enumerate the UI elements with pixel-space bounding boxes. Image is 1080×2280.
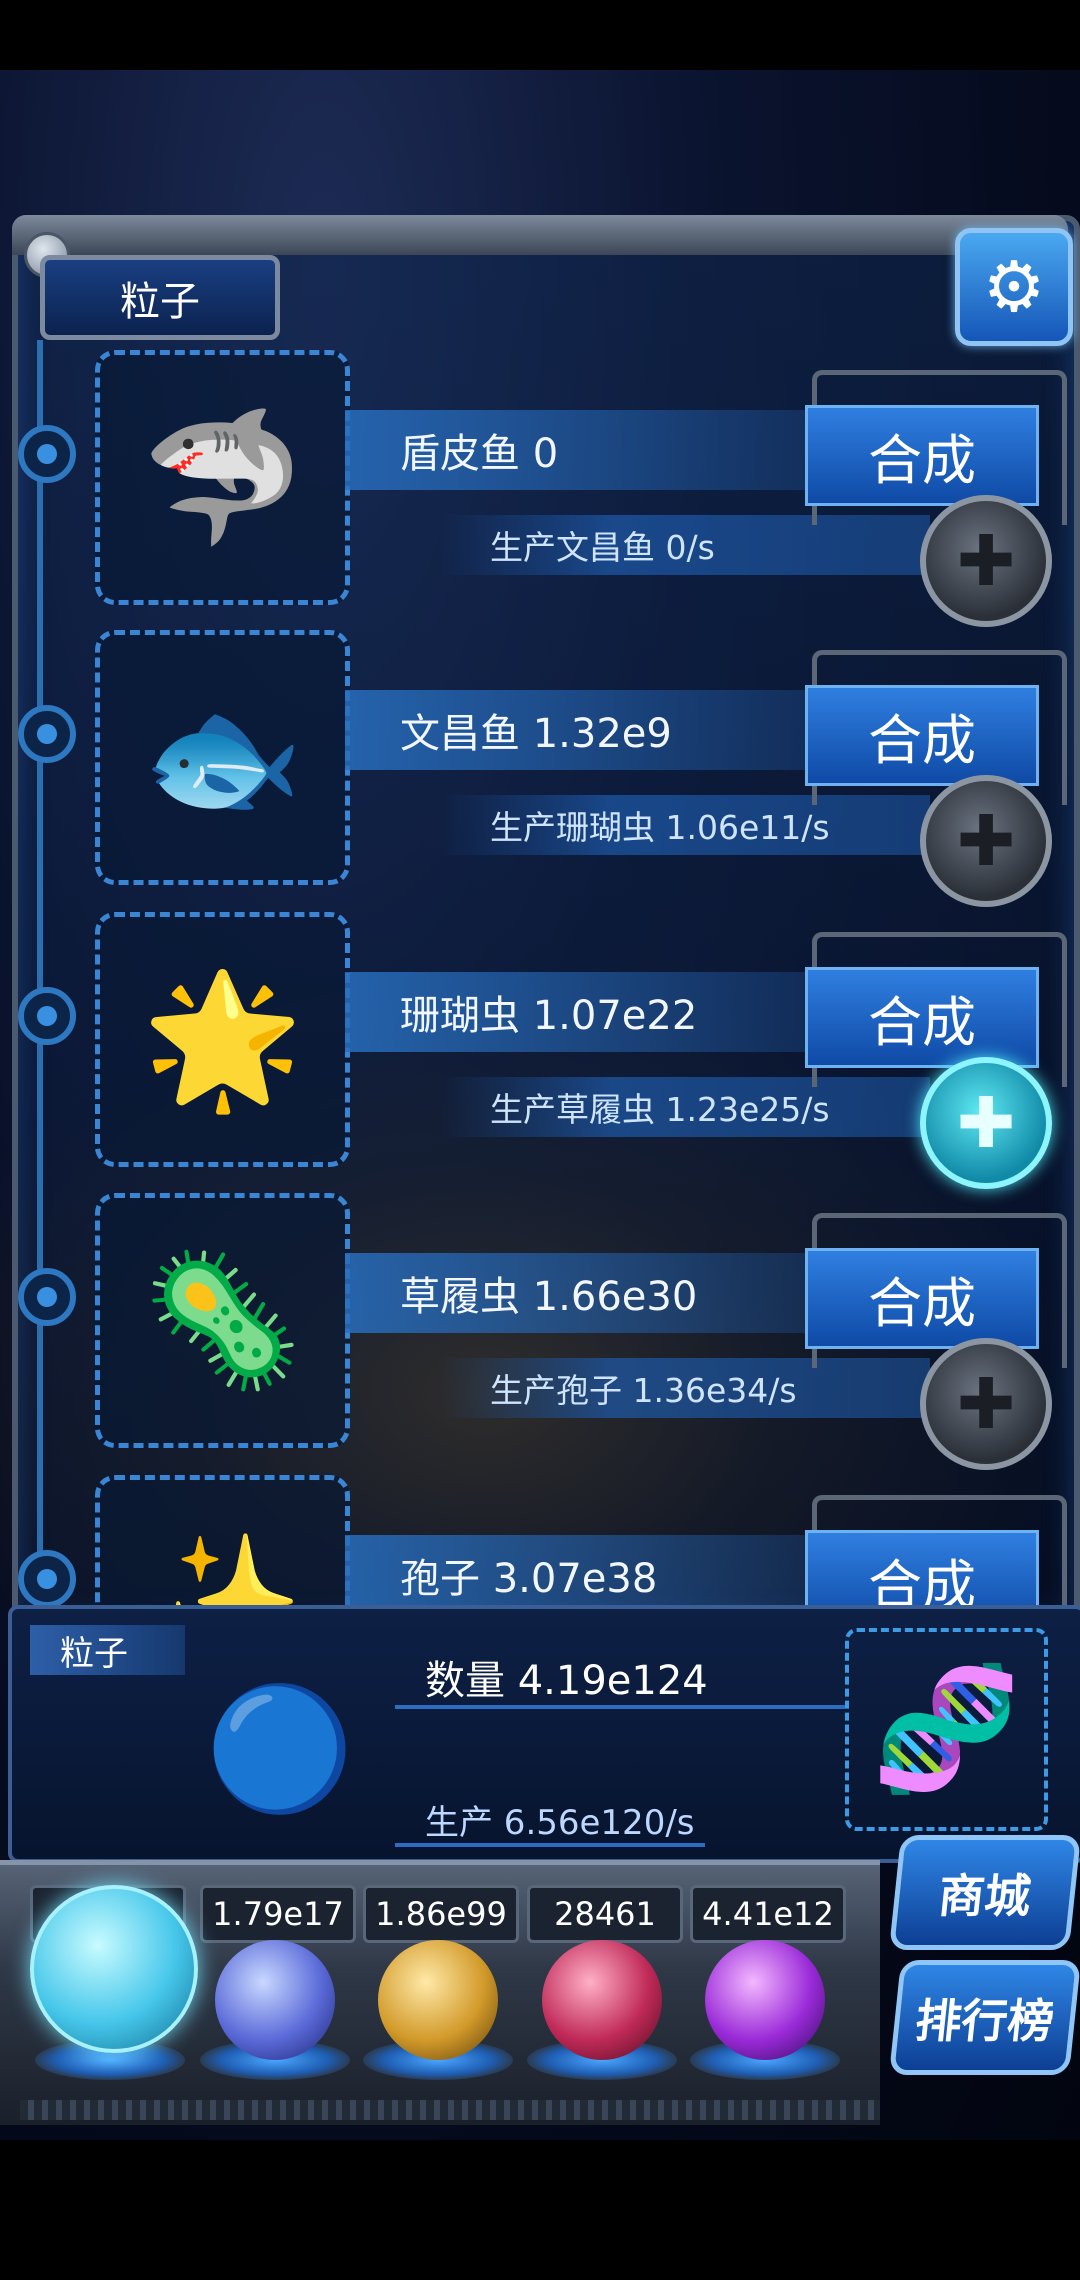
tray-strip	[20, 2100, 880, 2120]
unit-thumbnail[interactable]: 🐟	[95, 630, 350, 885]
galaxy-orb[interactable]	[705, 1940, 825, 2060]
fish-school-icon: 🐟	[141, 681, 304, 833]
add-button-active[interactable]: ✚	[920, 1057, 1052, 1189]
gear-icon: ⚙	[982, 246, 1046, 328]
planet-orb[interactable]	[378, 1940, 498, 2060]
spore-icon: ✨	[141, 1526, 304, 1610]
plus-icon: ✚	[956, 520, 1016, 602]
unit-name: 珊瑚虫 1.07e22	[345, 972, 815, 1052]
plus-icon: ✚	[956, 800, 1016, 882]
dna-icon[interactable]: 🧬	[845, 1628, 1048, 1831]
ranking-button[interactable]: 排行榜	[888, 1960, 1080, 2075]
synthesize-button[interactable]: 合成	[805, 685, 1039, 786]
unit-name: 孢子 3.07e38	[345, 1535, 815, 1610]
fish-icon: 🦈	[141, 401, 304, 553]
page-title: 粒子	[40, 255, 280, 340]
info-tag: 粒子	[30, 1625, 185, 1675]
unit-thumbnail[interactable]: 🦠	[95, 1193, 350, 1448]
paramecium-icon: 🦠	[141, 1244, 304, 1396]
shop-button[interactable]: 商城	[888, 1835, 1080, 1950]
frame-topbar	[12, 215, 1068, 255]
synthesize-button[interactable]: 合成	[805, 1530, 1039, 1610]
add-button[interactable]: ✚	[920, 775, 1052, 907]
unit-row: 🌟 珊瑚虫 1.07e22 生产草履虫 1.23e25/s 合成 ✚	[0, 912, 1080, 1189]
unit-name: 文昌鱼 1.32e9	[345, 690, 815, 770]
brain-orb[interactable]	[542, 1940, 662, 2060]
particle-count: 数量 4.19e124	[425, 1658, 708, 1704]
unit-thumbnail[interactable]: ✨	[95, 1475, 350, 1610]
lightning-orb[interactable]	[215, 1940, 335, 2060]
timeline-node	[18, 425, 76, 483]
plus-icon: ✚	[956, 1363, 1016, 1445]
timeline-node	[18, 1268, 76, 1326]
resource-value: 1.86e99	[363, 1885, 519, 1943]
unit-thumbnail[interactable]: 🦈	[95, 350, 350, 605]
unit-thumbnail[interactable]: 🌟	[95, 912, 350, 1167]
timeline-node	[18, 1550, 76, 1608]
timeline-node	[18, 987, 76, 1045]
resource-value: 28461	[527, 1885, 683, 1943]
add-button[interactable]: ✚	[920, 495, 1052, 627]
synthesize-button[interactable]: 合成	[805, 967, 1039, 1068]
coral-icon: 🌟	[141, 963, 304, 1115]
resource-value: 1.79e17	[200, 1885, 356, 1943]
add-button[interactable]: ✚	[920, 1338, 1052, 1470]
synthesize-button[interactable]: 合成	[805, 405, 1039, 506]
timeline-node	[18, 705, 76, 763]
unit-row: 🦈 盾皮鱼 0 生产文昌鱼 0/s 合成 ✚	[0, 350, 1080, 627]
particle-production: 生产 6.56e120/s	[425, 1803, 695, 1843]
settings-button[interactable]: ⚙	[955, 228, 1073, 346]
unit-row: 🐟 文昌鱼 1.32e9 生产珊瑚虫 1.06e11/s 合成 ✚	[0, 630, 1080, 907]
unit-name: 草履虫 1.66e30	[345, 1253, 815, 1333]
plus-icon: ✚	[956, 1082, 1016, 1164]
unit-name: 盾皮鱼 0	[345, 410, 815, 490]
particle-orb-selected[interactable]	[30, 1885, 198, 2053]
resource-value: 4.41e12	[690, 1885, 846, 1943]
unit-row: 🦠 草履虫 1.66e30 生产孢子 1.36e34/s 合成 ✚	[0, 1193, 1080, 1470]
particle-icon: 🔵	[205, 1680, 355, 1819]
synthesize-button[interactable]: 合成	[805, 1248, 1039, 1349]
unit-row: ✨ 孢子 3.07e38 合成	[0, 1475, 1080, 1610]
